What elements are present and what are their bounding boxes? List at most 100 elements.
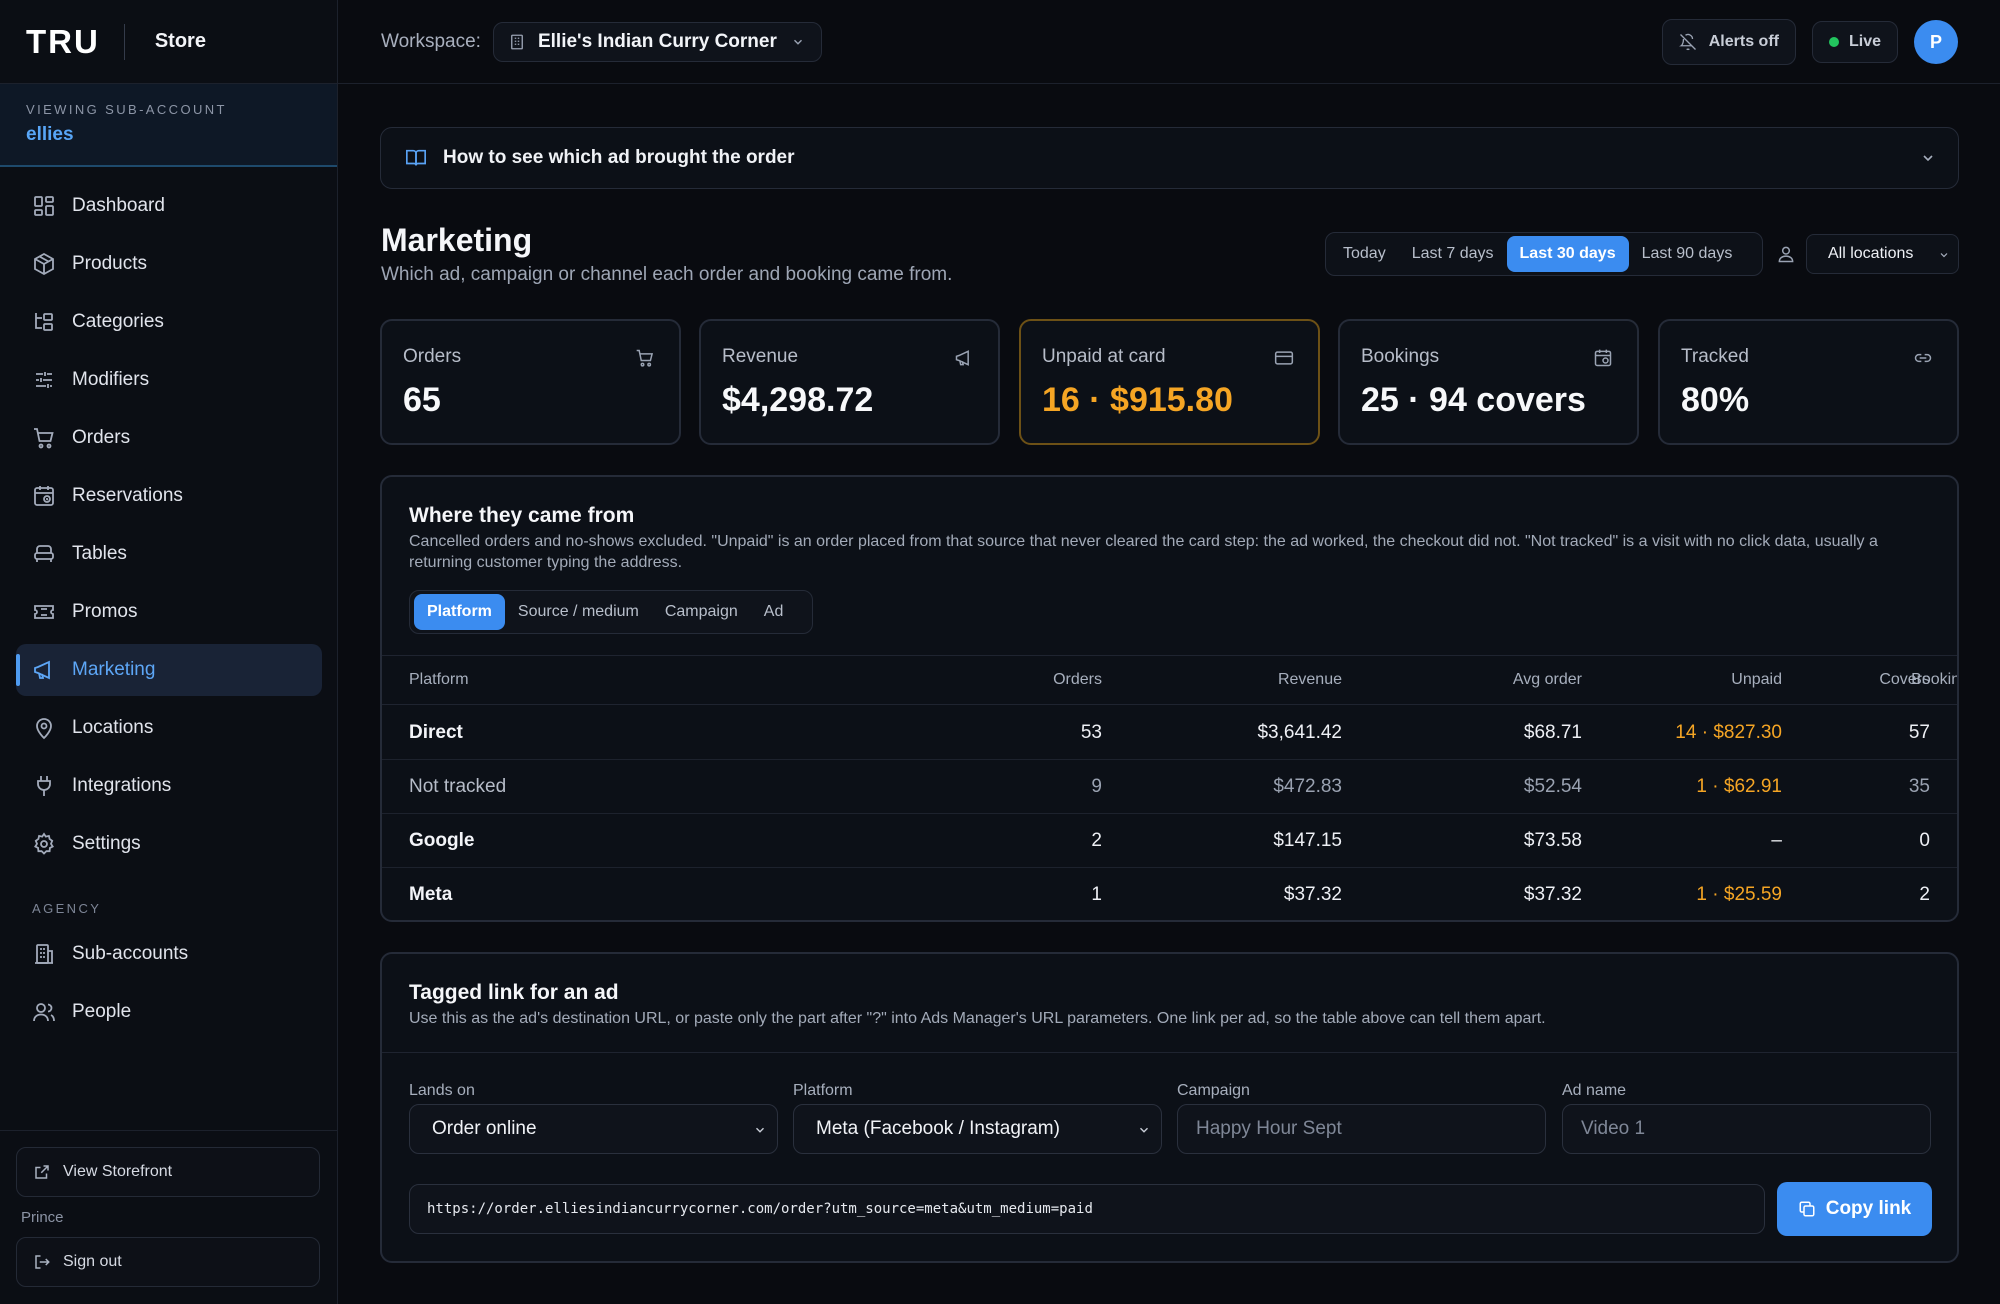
stat-card-bookings: Bookings 25 · 94 covers <box>1338 319 1639 445</box>
column-header-revenue[interactable]: Revenue <box>1142 656 1342 704</box>
sidebar-item-label: Promos <box>72 601 138 622</box>
copy-link-button[interactable]: Copy link <box>1777 1182 1932 1236</box>
lands-on-select[interactable]: Order online <box>409 1104 778 1154</box>
copy-link-label: Copy link <box>1825 1198 1912 1219</box>
cell-avg-order: $37.32 <box>1523 884 1582 905</box>
sidebar-item-settings[interactable]: Settings <box>16 818 322 870</box>
view-storefront-button[interactable]: View Storefront <box>16 1147 320 1197</box>
sign-out-button[interactable]: Sign out <box>16 1237 320 1287</box>
range-last-7-days[interactable]: Last 7 days <box>1399 236 1507 272</box>
sidebar-item-dashboard[interactable]: Dashboard <box>16 180 322 232</box>
external-link-icon <box>33 1163 51 1181</box>
chevron-down-icon <box>1920 150 1936 166</box>
stat-card-unpaid-at-card: Unpaid at card 16 · $915.80 <box>1019 319 1320 445</box>
table-row[interactable]: Meta 1 $37.32 $37.32 1 · $25.59 1 2 <box>382 868 1957 920</box>
ad-name-input[interactable]: Video 1 <box>1562 1104 1931 1154</box>
table-row[interactable]: Not tracked 9 $472.83 $52.54 1 · $62.91 … <box>382 760 1957 814</box>
sidebar: TRU Store VIEWING SUB-ACCOUNT ellies Das… <box>0 0 338 1304</box>
table-row[interactable]: Direct 53 $3,641.42 $68.71 14 · $827.30 … <box>382 706 1957 760</box>
sidebar-item-marketing[interactable]: Marketing <box>16 644 322 696</box>
sidebar-item-locations[interactable]: Locations <box>16 702 322 754</box>
live-status[interactable]: Live <box>1811 21 1898 63</box>
cell-covers: 57 <box>1908 721 1930 743</box>
stat-label: Tracked <box>1681 346 1749 367</box>
sidebar-item-modifiers[interactable]: Modifiers <box>16 354 322 406</box>
sources-panel: Where they came from Cancelled orders an… <box>380 475 1959 922</box>
workspace-selector[interactable]: Ellie's Indian Curry Corner <box>492 21 822 62</box>
calendar-icon <box>32 484 56 508</box>
platform-label: Platform <box>793 1082 853 1099</box>
help-banner-title: How to see which ad brought the order <box>443 147 795 168</box>
range-last-90-days[interactable]: Last 90 days <box>1629 236 1746 272</box>
tagged-url-value: https://order.elliesindiancurrycorner.co… <box>427 1201 1093 1217</box>
categories-icon <box>32 310 56 334</box>
sidebar-item-tables[interactable]: Tables <box>16 528 322 580</box>
sidebar-item-integrations[interactable]: Integrations <box>16 760 322 812</box>
alerts-label: Alerts off <box>1708 33 1779 50</box>
stat-value: $4,298.72 <box>722 381 874 419</box>
sidebar-item-categories[interactable]: Categories <box>16 296 322 348</box>
sidebar-item-orders[interactable]: Orders <box>16 412 322 464</box>
page-title: Marketing <box>381 222 533 258</box>
cell-revenue: $37.32 <box>1283 884 1342 905</box>
column-header-orders[interactable]: Orders <box>902 656 1102 704</box>
sidebar-item-label: Settings <box>72 833 141 854</box>
avatar[interactable]: P <box>1914 20 1958 64</box>
sliders-icon <box>32 368 56 392</box>
sidebar-item-sub-accounts[interactable]: Sub-accounts <box>16 928 322 980</box>
lands-on-label: Lands on <box>409 1082 475 1099</box>
stat-value: 25 · 94 covers <box>1361 381 1586 419</box>
stat-label: Orders <box>403 346 462 367</box>
campaign-label: Campaign <box>1177 1082 1250 1099</box>
column-header-platform[interactable]: Platform <box>409 656 659 704</box>
sidebar-item-people[interactable]: People <box>16 986 322 1038</box>
cell-orders: 9 <box>1091 775 1102 797</box>
sidebar-item-label: People <box>72 1001 132 1022</box>
range-today[interactable]: Today <box>1330 236 1399 272</box>
cell-revenue: $3,641.42 <box>1257 721 1342 743</box>
platform-value: Meta (Facebook / Instagram) <box>816 1118 1060 1139</box>
sidebar-item-promos[interactable]: Promos <box>16 586 322 638</box>
help-banner[interactable]: How to see which ad brought the order <box>380 127 1959 189</box>
tagged-link-description: Use this as the ad's destination URL, or… <box>409 1010 1546 1027</box>
column-header-avg-order[interactable]: Avg order <box>1382 656 1582 704</box>
tab-source-medium[interactable]: Source / medium <box>505 594 652 630</box>
platform-select[interactable]: Meta (Facebook / Instagram) <box>793 1104 1162 1154</box>
subaccount-label: VIEWING SUB-ACCOUNT <box>26 102 227 117</box>
live-dot <box>1828 37 1839 47</box>
sidebar-item-label: Locations <box>72 717 154 738</box>
range-last-30-days[interactable]: Last 30 days <box>1506 236 1629 272</box>
megaphone-icon <box>954 348 974 368</box>
table-row[interactable]: Google 2 $147.15 $73.58 – 0 0 <box>382 814 1957 868</box>
alerts-toggle[interactable]: Alerts off <box>1661 19 1796 65</box>
sidebar-item-reservations[interactable]: Reservations <box>16 470 322 522</box>
tagged-url-field[interactable]: https://order.elliesindiancurrycorner.co… <box>409 1184 1765 1234</box>
cell-covers: 0 <box>1919 829 1930 851</box>
user-icon <box>1776 244 1796 264</box>
location-filter[interactable]: All locations <box>1806 234 1959 274</box>
breakdown-tabs: Platform Source / medium Campaign Ad <box>409 590 813 634</box>
brand-logo[interactable]: TRU <box>26 23 100 61</box>
sidebar-item-label: Reservations <box>72 485 183 506</box>
table-icon <box>32 542 56 566</box>
column-header-covers[interactable]: Covers <box>1722 656 1930 704</box>
sidebar-item-label: Integrations <box>72 775 172 796</box>
agency-section-label: AGENCY <box>32 901 102 916</box>
stat-value: 80% <box>1681 381 1750 419</box>
campaign-input[interactable]: Happy Hour Sept <box>1177 1104 1546 1154</box>
chevron-down-icon <box>1938 249 1950 261</box>
gear-icon <box>32 832 56 856</box>
subaccount-indicator: VIEWING SUB-ACCOUNT ellies <box>0 84 337 167</box>
sidebar-nav: Dashboard Products Categories Modifiers … <box>16 180 322 1044</box>
cell-platform: Not tracked <box>409 775 507 797</box>
workspace-label: Workspace: <box>381 30 481 52</box>
chevron-down-icon <box>753 1123 767 1137</box>
sidebar-item-products[interactable]: Products <box>16 238 322 290</box>
stat-label: Bookings <box>1361 346 1440 367</box>
tab-ad[interactable]: Ad <box>751 594 797 630</box>
dashboard-icon <box>32 194 56 218</box>
tab-campaign[interactable]: Campaign <box>652 594 751 630</box>
tab-platform[interactable]: Platform <box>414 594 505 630</box>
view-storefront-label: View Storefront <box>63 1163 173 1180</box>
cell-orders: 2 <box>1091 829 1102 851</box>
